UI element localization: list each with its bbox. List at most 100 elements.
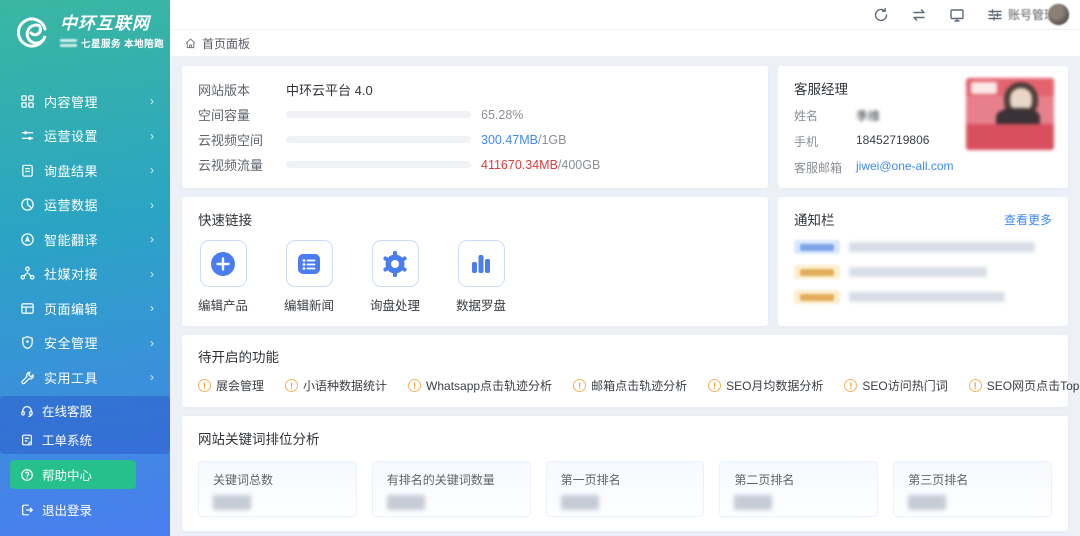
warning-icon: ! <box>708 379 721 392</box>
monitor-icon[interactable] <box>949 7 965 23</box>
pending-feature[interactable]: !SEO网页点击Top100 <box>969 377 1080 394</box>
keyword-analysis-card: 网站关键词排位分析 关键词总数 有排名的关键词数量 第一页排名 <box>182 416 1068 531</box>
sliders-icon <box>20 128 35 143</box>
stat-value-redacted <box>734 495 772 510</box>
video-traffic-value: 411670.34MB <box>481 158 558 172</box>
layout-icon <box>20 301 35 316</box>
brand-name: 中环互联网 <box>60 14 164 34</box>
translate-icon <box>20 232 35 247</box>
warning-icon: ! <box>573 379 586 392</box>
sidebar-item-social-media[interactable]: 社媒对接 › <box>0 257 170 292</box>
warning-icon: ! <box>969 379 982 392</box>
sidebar-item-online-service[interactable]: 在线客服 <box>10 396 136 425</box>
topbar: 账号管理 <box>170 0 1080 30</box>
breadcrumb-label[interactable]: 首页面板 <box>202 35 250 52</box>
version-value: 中环云平台 4.0 <box>286 80 373 99</box>
sidebar-item-operation-settings[interactable]: 运营设置 › <box>0 119 170 154</box>
storage-progressbar <box>286 111 471 118</box>
sidebar-item-security-management[interactable]: 安全管理 › <box>0 326 170 361</box>
pending-feature[interactable]: !SEO月均数据分析 <box>708 377 823 394</box>
quicklink-edit-news[interactable]: 编辑新闻 <box>284 240 334 314</box>
question-icon <box>20 468 34 482</box>
pending-feature[interactable]: !Whatsapp点击轨迹分析 <box>408 377 552 394</box>
chevron-right-icon: › <box>150 163 154 177</box>
plus-circle-icon <box>208 249 238 279</box>
warning-icon: ! <box>408 379 421 392</box>
brand-micro-text <box>60 39 77 47</box>
sidebar-item-content-management[interactable]: 内容管理 › <box>0 84 170 119</box>
chevron-right-icon: › <box>150 129 154 143</box>
ticket-icon <box>20 433 34 447</box>
home-icon <box>184 37 197 50</box>
quick-links-title: 快速链接 <box>198 209 752 229</box>
main-area: 账号管理 首页面板 网站版本 中环云平台 4.0 空间容量 6 <box>170 0 1080 536</box>
dashboard-content: 网站版本 中环云平台 4.0 空间容量 65.28% 云视频空间 300.47M… <box>170 56 1080 536</box>
chevron-right-icon: › <box>150 267 154 281</box>
sidebar-item-help-center[interactable]: 帮助中心 <box>10 460 136 489</box>
notices-view-more-link[interactable]: 查看更多 <box>1004 211 1052 228</box>
notice-item[interactable] <box>794 240 1052 254</box>
site-overview-card: 网站版本 中环云平台 4.0 空间容量 65.28% 云视频空间 300.47M… <box>182 66 768 188</box>
pending-title: 待开启的功能 <box>198 346 1052 366</box>
notice-text-redacted <box>849 267 987 277</box>
version-label: 网站版本 <box>198 80 286 99</box>
warning-icon: ! <box>198 379 211 392</box>
chevron-right-icon: › <box>150 94 154 108</box>
sidebar-item-operation-data[interactable]: 运营数据 › <box>0 188 170 223</box>
notice-item[interactable] <box>794 265 1052 279</box>
stat-value-redacted <box>213 495 251 510</box>
refresh-icon[interactable] <box>873 7 889 23</box>
sidebar-item-smart-translation[interactable]: 智能翻译 › <box>0 222 170 257</box>
notice-text-redacted <box>849 292 1005 302</box>
video-traffic-progressbar <box>286 161 471 168</box>
shield-icon <box>20 335 35 350</box>
notices-title: 通知栏 <box>794 209 835 229</box>
sidebar-footer: 在线客服 工单系统 帮助中心 退出登录 <box>0 396 170 536</box>
warning-icon: ! <box>285 379 298 392</box>
stat-total-keywords: 关键词总数 <box>198 461 357 517</box>
sidebar-item-page-editor[interactable]: 页面编辑 › <box>0 291 170 326</box>
chevron-right-icon: › <box>150 198 154 212</box>
notice-badge <box>794 240 840 254</box>
sidebar-item-ticket-system[interactable]: 工单系统 <box>10 425 136 454</box>
pending-feature[interactable]: !展会管理 <box>198 377 264 394</box>
sidebar-item-utilities[interactable]: 实用工具 › <box>0 360 170 395</box>
brand-logo: 中环互联网 七星服务 本地陪跑 <box>0 0 170 62</box>
chevron-right-icon: › <box>150 232 154 246</box>
chevron-right-icon: › <box>150 370 154 384</box>
app-window: 中环互联网 七星服务 本地陪跑 内容管理 › 运营设置 › 询盘结果 <box>0 0 1080 536</box>
chevron-right-icon: › <box>150 301 154 315</box>
pie-icon <box>20 197 35 212</box>
pending-feature[interactable]: !SEO访问热门词 <box>844 377 947 394</box>
swirl-logo-icon <box>12 12 52 52</box>
quicklink-edit-product[interactable]: 编辑产品 <box>198 240 248 314</box>
service-manager-card: 客服经理 姓名 季维 手机 18452719806 客服邮箱 jiwei@one… <box>778 66 1068 188</box>
pending-features-card: 待开启的功能 !展会管理 !小语种数据统计 !Whatsapp点击轨迹分析 !邮… <box>182 335 1068 407</box>
logout-icon <box>20 503 34 517</box>
account-menu[interactable]: 账号管理 <box>987 3 1070 26</box>
quick-links-card: 快速链接 编辑产品 编辑新闻 询盘处理 <box>182 197 768 326</box>
sidebar-item-inquiry-results[interactable]: 询盘结果 › <box>0 153 170 188</box>
warning-icon: ! <box>844 379 857 392</box>
stat-value-redacted <box>387 495 425 510</box>
notice-item[interactable] <box>794 290 1052 304</box>
notice-text-redacted <box>849 242 1035 252</box>
pending-feature[interactable]: !小语种数据统计 <box>285 377 387 394</box>
list-icon <box>295 250 323 278</box>
quicklink-data-compass[interactable]: 数据罗盘 <box>456 240 506 314</box>
swap-icon[interactable] <box>911 7 927 23</box>
manager-email-link[interactable]: jiwei@one-all.com <box>856 159 954 176</box>
user-avatar[interactable] <box>1047 3 1070 26</box>
tune-sliders-icon <box>987 7 1003 23</box>
stat-value-redacted <box>561 495 599 510</box>
quicklink-inquiry-handling[interactable]: 询盘处理 <box>370 240 420 314</box>
stat-value-redacted <box>908 495 946 510</box>
notice-badge <box>794 290 840 304</box>
share-plus-icon <box>20 266 35 281</box>
manager-phone: 18452719806 <box>856 133 929 150</box>
sidebar-menu: 内容管理 › 运营设置 › 询盘结果 › 运营数据 › 智能翻译 › <box>0 84 170 395</box>
notice-board-card: 通知栏 查看更多 <box>778 197 1068 326</box>
sidebar-item-logout[interactable]: 退出登录 <box>10 495 136 524</box>
storage-value: 65.28% <box>481 108 523 122</box>
pending-feature[interactable]: !邮箱点击轨迹分析 <box>573 377 687 394</box>
